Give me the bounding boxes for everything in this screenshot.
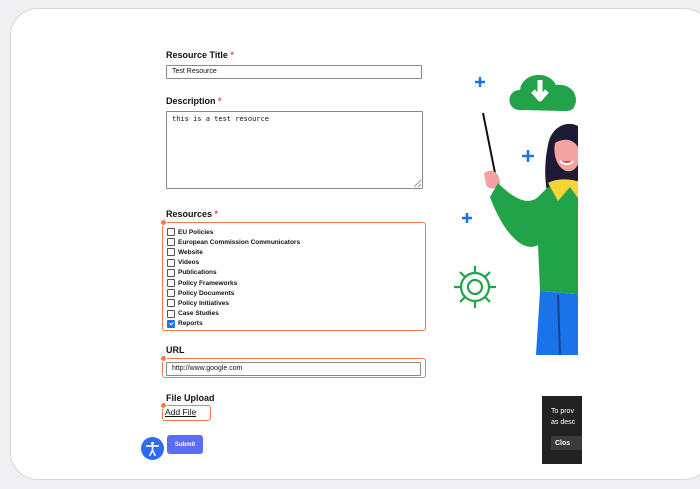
checkbox-unchecked[interactable]: [167, 299, 175, 308]
checkbox-unchecked[interactable]: [167, 309, 175, 318]
resource-checkbox-item[interactable]: Policy Initiatives: [167, 298, 300, 308]
resource-checkbox-label: Case Studies: [178, 310, 219, 318]
resource-title-input[interactable]: [166, 65, 422, 79]
cloud-download-icon: [509, 74, 576, 111]
resource-checkbox-item[interactable]: Reports: [167, 319, 300, 329]
resource-checkbox-label: Website: [178, 248, 203, 256]
resource-checkbox-label: Policy Initiatives: [178, 299, 229, 307]
resources-label: Resources *: [166, 209, 219, 219]
cookie-close-button[interactable]: Clos: [551, 436, 582, 450]
resource-checkbox-label: Policy Frameworks: [178, 279, 238, 287]
resource-title-label: Resource Title *: [166, 50, 234, 60]
resource-checkbox-label: EU Policies: [178, 228, 214, 236]
checkbox-unchecked[interactable]: [167, 248, 175, 257]
url-highlight-marker: [160, 355, 167, 362]
resource-checkbox-item[interactable]: Policy Documents: [167, 288, 300, 298]
cookie-banner: To prov as desc Clos: [542, 396, 582, 464]
description-textarea[interactable]: this is a test resource: [166, 111, 423, 189]
cookie-text-line-1: To prov: [551, 408, 574, 415]
resource-checkbox-item[interactable]: Publications: [167, 268, 300, 278]
checkbox-checked[interactable]: [167, 319, 175, 328]
resource-checkbox-item[interactable]: Policy Frameworks: [167, 278, 300, 288]
cookie-text-line-2: as desc: [551, 419, 576, 426]
resource-checkbox-item[interactable]: EU Policies: [167, 227, 300, 237]
submit-button[interactable]: Submit: [167, 435, 203, 454]
add-file-link[interactable]: Add File: [165, 407, 196, 417]
file-upload-label: File Upload: [166, 393, 215, 403]
resource-checkbox-label: European Commission Communicators: [178, 238, 301, 246]
resources-checklist: EU Policies European Commission Communica…: [167, 227, 300, 329]
resource-checkbox-item[interactable]: Videos: [167, 258, 300, 268]
gear-icon: [454, 266, 496, 308]
resource-checkbox-item[interactable]: Case Studies: [167, 309, 300, 319]
resource-checkbox-item[interactable]: Website: [167, 247, 300, 257]
resize-handle-icon[interactable]: [414, 180, 421, 187]
resource-checkbox-label: Videos: [178, 259, 200, 267]
resource-checkbox-label: Policy Documents: [178, 289, 235, 297]
resource-checkbox-label: Publications: [178, 269, 217, 277]
resource-checkbox-item[interactable]: European Commission Communicators: [167, 237, 300, 247]
description-text: this is a test resource: [172, 115, 269, 123]
teacher-illustration: [454, 74, 578, 355]
url-label: URL: [166, 345, 185, 355]
accessibility-button[interactable]: [141, 437, 164, 460]
accessibility-icon: [145, 441, 160, 457]
checkbox-unchecked[interactable]: [167, 258, 175, 267]
checkbox-unchecked[interactable]: [167, 238, 175, 247]
checkbox-unchecked[interactable]: [167, 279, 175, 288]
resources-highlight-marker: [160, 219, 167, 226]
checkbox-unchecked[interactable]: [167, 228, 175, 237]
checkbox-unchecked[interactable]: [167, 289, 175, 298]
resource-checkbox-label: Reports: [178, 320, 203, 328]
url-input[interactable]: [166, 362, 421, 376]
description-label: Description *: [166, 96, 222, 106]
checkbox-unchecked[interactable]: [167, 268, 175, 277]
